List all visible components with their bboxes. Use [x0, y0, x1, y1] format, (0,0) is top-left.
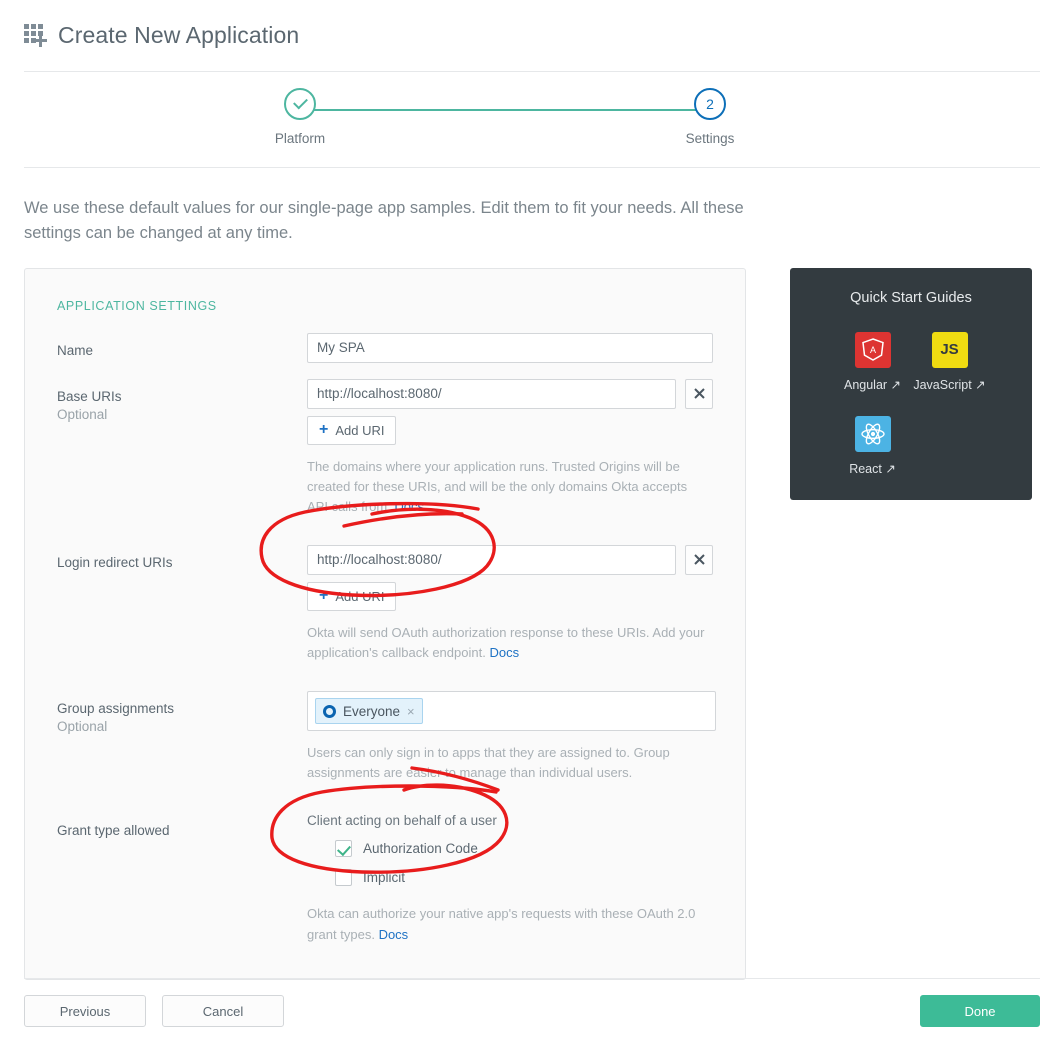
- application-settings-card: APPLICATION SETTINGS Name Base URIs Opti…: [24, 267, 746, 980]
- group-chip-everyone[interactable]: Everyone ×: [315, 698, 423, 725]
- quick-start-item-javascript-label: JavaScript ↗: [913, 377, 986, 392]
- login-redirect-uris-add-uri-label: Add URI: [335, 588, 385, 604]
- grant-type-group-heading: Client acting on behalf of a user: [307, 813, 497, 829]
- wizard-stepper: Platform 2 Settings: [24, 72, 1040, 168]
- group-assignments-field[interactable]: Everyone ×: [307, 691, 716, 732]
- group-ring-icon: [323, 704, 336, 718]
- done-button[interactable]: Done: [920, 995, 1040, 1027]
- page-title: Create New Application: [58, 22, 300, 48]
- quick-start-item-react[interactable]: React ↗: [834, 415, 911, 476]
- close-icon: [693, 554, 705, 566]
- cancel-button[interactable]: Cancel: [162, 995, 284, 1027]
- group-assignments-optional-text: Optional: [57, 719, 108, 735]
- quick-start-guides-panel: Quick Start Guides A Angular ↗ JS JavaSc…: [790, 267, 1032, 500]
- angular-shield-icon: A: [861, 338, 884, 361]
- javascript-icon-text: JS: [940, 341, 959, 358]
- angular-icon: A: [854, 331, 891, 368]
- grant-type-option-implicit[interactable]: Implicit: [335, 869, 713, 887]
- group-chip-label: Everyone: [343, 703, 401, 719]
- intro-text: We use these default values for our sing…: [24, 199, 744, 242]
- implicit-checkbox[interactable]: [335, 869, 352, 887]
- stepper-step-settings-label: Settings: [685, 131, 735, 146]
- grant-type-help-body: Okta can authorize your native app's req…: [307, 906, 696, 942]
- group-assignments-label-text: Group assignments: [57, 701, 175, 717]
- authorization-code-checkbox[interactable]: [335, 840, 352, 858]
- base-uri-remove-button[interactable]: [685, 378, 713, 409]
- check-icon: [292, 94, 308, 110]
- grant-type-option-authorization-code[interactable]: Authorization Code: [335, 840, 713, 858]
- base-uris-label-text: Base URIs: [57, 388, 122, 404]
- login-redirect-uris-add-uri-button[interactable]: + Add URI: [307, 581, 397, 611]
- base-uris-help-body: The domains where your application runs.…: [307, 458, 688, 514]
- login-redirect-uri-remove-button[interactable]: [685, 544, 713, 575]
- field-row-grant-type: Grant type allowed Client acting on beha…: [25, 813, 745, 944]
- group-assignments-help-text: Users can only sign in to apps that they…: [307, 745, 670, 781]
- authorization-code-label: Authorization Code: [363, 841, 478, 857]
- stepper-step-settings-circle: 2: [694, 88, 726, 120]
- stepper-connector-line: [301, 109, 709, 111]
- name-label: Name: [57, 342, 94, 358]
- login-redirect-uris-docs-link[interactable]: Docs: [489, 645, 519, 660]
- implicit-label: Implicit: [363, 870, 406, 886]
- application-settings-heading: APPLICATION SETTINGS: [57, 298, 217, 313]
- field-row-name: Name: [25, 332, 745, 363]
- stepper-step-platform[interactable]: Platform: [255, 88, 345, 146]
- field-row-login-redirect-uris: Login redirect URIs + Add URI Okta will …: [25, 544, 745, 663]
- group-assignments-label: Group assignments Optional: [57, 691, 307, 783]
- login-redirect-uris-label: Login redirect URIs: [57, 554, 173, 570]
- quick-start-item-angular-label: Angular ↗: [843, 377, 902, 392]
- wizard-footer: Previous Cancel Done: [24, 978, 1040, 1027]
- quick-start-guides-title: Quick Start Guides: [850, 289, 972, 306]
- grant-type-label: Grant type allowed: [57, 823, 170, 839]
- content-area: APPLICATION SETTINGS Name Base URIs Opti…: [24, 267, 1040, 980]
- field-row-base-uris: Base URIs Optional + Add URI: [25, 378, 745, 517]
- react-icon: [854, 415, 891, 452]
- grant-type-help-text: Okta can authorize your native app's req…: [307, 904, 707, 944]
- base-uris-label: Base URIs Optional: [57, 379, 307, 517]
- base-uris-add-uri-label: Add URI: [335, 422, 385, 438]
- plus-icon: +: [319, 421, 329, 438]
- base-uris-help-text: The domains where your application runs.…: [307, 457, 707, 517]
- base-uris-docs-link[interactable]: Docs: [394, 499, 424, 514]
- react-atom-icon: [860, 423, 885, 444]
- svg-text:A: A: [869, 345, 875, 355]
- stepper-step-platform-circle: [284, 88, 316, 120]
- stepper-step-settings[interactable]: 2 Settings: [665, 88, 755, 146]
- previous-button[interactable]: Previous: [24, 995, 146, 1027]
- javascript-icon: JS: [931, 331, 968, 368]
- app-grid-plus-icon: [24, 23, 50, 49]
- plus-icon: +: [319, 587, 329, 605]
- grant-type-docs-link[interactable]: Docs: [379, 927, 409, 942]
- quick-start-item-javascript[interactable]: JS JavaScript ↗: [911, 331, 988, 392]
- login-redirect-uris-help-text: Okta will send OAuth authorization respo…: [307, 623, 707, 663]
- base-uris-add-uri-button[interactable]: + Add URI: [307, 415, 397, 445]
- field-row-group-assignments: Group assignments Optional Everyone × Us…: [25, 691, 745, 783]
- page-header: Create New Application: [24, 0, 1040, 72]
- group-chip-remove-icon[interactable]: ×: [407, 704, 415, 719]
- base-uris-optional-text: Optional: [57, 406, 108, 422]
- stepper-step-platform-label: Platform: [274, 131, 326, 146]
- name-input[interactable]: [307, 332, 713, 363]
- close-icon: [693, 388, 705, 399]
- quick-start-item-react-label: React ↗: [849, 461, 896, 476]
- login-redirect-uri-input[interactable]: [307, 544, 676, 575]
- quick-start-item-angular[interactable]: A Angular ↗: [834, 331, 911, 392]
- base-uri-input[interactable]: [307, 378, 676, 409]
